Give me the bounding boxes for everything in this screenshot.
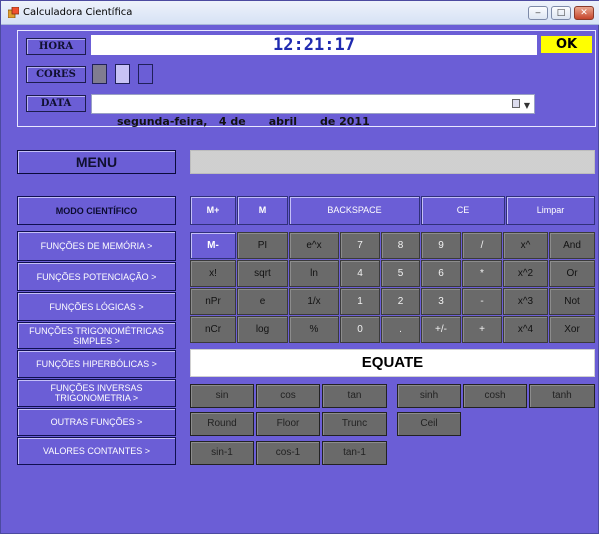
close-button[interactable]: ✕ <box>574 6 594 20</box>
calculator-display[interactable] <box>190 150 595 174</box>
asin-button[interactable]: sin-1 <box>190 441 254 465</box>
atan-button[interactable]: tan-1 <box>322 441 387 465</box>
memory-add-button[interactable]: M+ <box>190 196 236 225</box>
cosh-button[interactable]: cosh <box>463 384 527 408</box>
menu-item-constantes[interactable]: VALORES CONTANTES > <box>17 437 176 465</box>
ceil-button[interactable]: Ceil <box>397 412 461 436</box>
key-factorial[interactable]: x! <box>190 260 236 287</box>
key-not[interactable]: Not <box>549 288 595 315</box>
key-cube[interactable]: x^3 <box>503 288 548 315</box>
cos-button[interactable]: cos <box>256 384 320 408</box>
trunc-button[interactable]: Trunc <box>322 412 387 436</box>
date-picker[interactable]: segunda-feira, 4 de abril de 2011 ▼ <box>91 94 535 128</box>
key-negate[interactable]: +/- <box>421 316 461 343</box>
menu-item-trigonometricas[interactable]: FUNÇÕES TRIGONOMÉTRICAS SIMPLES > <box>17 322 176 349</box>
ce-button[interactable]: CE <box>421 196 505 225</box>
data-label: DATA <box>26 95 86 112</box>
round-button[interactable]: Round <box>190 412 254 436</box>
cores-label: CORES <box>26 66 86 83</box>
key-npr[interactable]: nPr <box>190 288 236 315</box>
key-sqrt[interactable]: sqrt <box>237 260 288 287</box>
window-title: Calculadora Científica <box>23 7 133 18</box>
key-divide[interactable]: / <box>462 232 502 259</box>
ok-button[interactable]: OK <box>541 36 592 53</box>
key-square[interactable]: x^2 <box>503 260 548 287</box>
key-ln[interactable]: ln <box>289 260 339 287</box>
key-1[interactable]: 1 <box>340 288 380 315</box>
menu-item-hiperbolicas[interactable]: FUNÇÕES HIPERBÓLICAS > <box>17 350 176 378</box>
hora-label: HORA <box>26 38 86 55</box>
menu-item-inversas[interactable]: FUNÇÕES INVERSAS TRIGONOMETRIA > <box>17 379 176 407</box>
backspace-button[interactable]: BACKSPACE <box>289 196 420 225</box>
title-bar[interactable]: Calculadora Científica ‒ □ ✕ <box>1 1 599 25</box>
minimize-button[interactable]: ‒ <box>528 6 548 20</box>
key-or[interactable]: Or <box>549 260 595 287</box>
key-ncr[interactable]: nCr <box>190 316 236 343</box>
color-swatch-purple[interactable] <box>138 64 153 84</box>
key-multiply[interactable]: * <box>462 260 502 287</box>
acos-button[interactable]: cos-1 <box>256 441 320 465</box>
tanh-button[interactable]: tanh <box>529 384 595 408</box>
key-fourth-power[interactable]: x^4 <box>503 316 548 343</box>
key-subtract[interactable]: - <box>462 288 502 315</box>
clock-display: 12:21:17 <box>91 35 537 55</box>
menu-item-potenciacao[interactable]: FUNÇÕES POTENCIAÇÃO > <box>17 262 176 291</box>
key-power[interactable]: x^ <box>503 232 548 259</box>
key-and[interactable]: And <box>549 232 595 259</box>
calendar-icon <box>512 99 520 108</box>
key-9[interactable]: 9 <box>421 232 461 259</box>
sinh-button[interactable]: sinh <box>397 384 461 408</box>
key-exp[interactable]: e^x <box>289 232 339 259</box>
key-e[interactable]: e <box>237 288 288 315</box>
key-3[interactable]: 3 <box>421 288 461 315</box>
app-icon <box>8 7 19 18</box>
tan-button[interactable]: tan <box>322 384 387 408</box>
key-decimal[interactable]: . <box>381 316 420 343</box>
key-percent[interactable]: % <box>289 316 339 343</box>
modo-cientifico-button[interactable]: MODO CIENTÍFICO <box>17 196 176 225</box>
memory-button[interactable]: M <box>237 196 288 225</box>
key-0[interactable]: 0 <box>340 316 380 343</box>
key-reciprocal[interactable]: 1/x <box>289 288 339 315</box>
key-add[interactable]: + <box>462 316 502 343</box>
maximize-button[interactable]: □ <box>551 6 571 20</box>
memory-subtract-button[interactable]: M- <box>190 232 236 259</box>
date-value: segunda-feira, 4 de abril de 2011 <box>116 115 370 128</box>
limpar-button[interactable]: Limpar <box>506 196 595 225</box>
menu-item-logicas[interactable]: FUNÇÕES LÓGICAS > <box>17 292 176 321</box>
key-7[interactable]: 7 <box>340 232 380 259</box>
color-swatch-gray[interactable] <box>92 64 107 84</box>
key-8[interactable]: 8 <box>381 232 420 259</box>
info-panel: HORA 12:21:17 OK CORES DATA segunda-feir… <box>17 30 596 128</box>
menu-item-outras[interactable]: OUTRAS FUNÇÕES > <box>17 408 176 436</box>
calculator-window: Calculadora Científica ‒ □ ✕ HORA 12:21:… <box>0 0 599 534</box>
key-2[interactable]: 2 <box>381 288 420 315</box>
key-pi[interactable]: PI <box>237 232 288 259</box>
key-5[interactable]: 5 <box>381 260 420 287</box>
chevron-down-icon[interactable]: ▼ <box>524 97 530 115</box>
floor-button[interactable]: Floor <box>256 412 320 436</box>
key-4[interactable]: 4 <box>340 260 380 287</box>
sin-button[interactable]: sin <box>190 384 254 408</box>
key-xor[interactable]: Xor <box>549 316 595 343</box>
menu-item-memoria[interactable]: FUNÇÕES DE MEMÓRIA > <box>17 231 176 261</box>
color-swatch-lavender[interactable] <box>115 64 130 84</box>
equate-button[interactable]: EQUATE <box>190 349 595 377</box>
key-6[interactable]: 6 <box>421 260 461 287</box>
key-log[interactable]: log <box>237 316 288 343</box>
menu-button[interactable]: MENU <box>17 150 176 174</box>
